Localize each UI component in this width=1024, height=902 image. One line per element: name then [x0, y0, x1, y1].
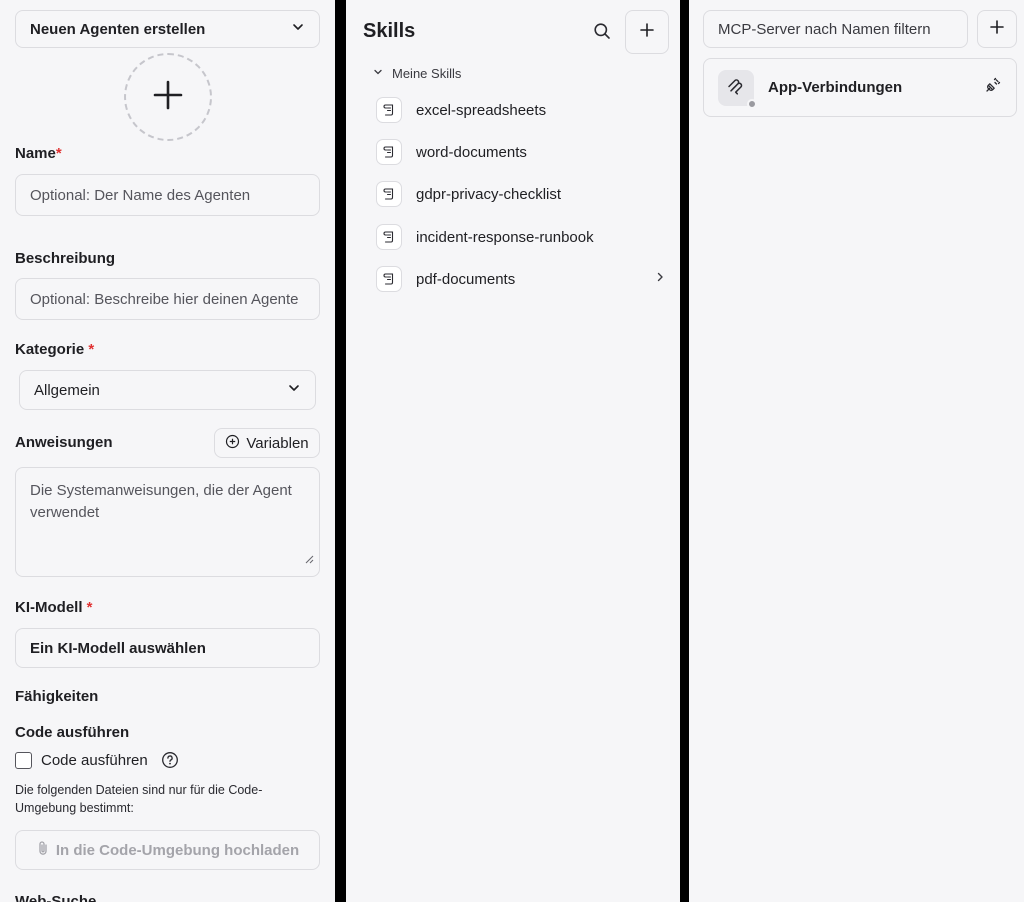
- upload-button-label: In die Code-Umgebung hochladen: [55, 841, 300, 859]
- mcp-servers-panel: MCP-Server nach Namen filtern App-Verbin…: [689, 0, 1024, 902]
- code-execution-checkbox[interactable]: [15, 752, 32, 769]
- resize-handle-icon[interactable]: [304, 549, 314, 571]
- mcp-filter-placeholder: MCP-Server nach Namen filtern: [718, 20, 931, 38]
- scroll-icon: [376, 181, 402, 207]
- avatar-upload-button[interactable]: [124, 53, 212, 141]
- instructions-placeholder: Die Systemanweisungen, die der Agent ver…: [30, 482, 292, 521]
- chevron-down-icon: [287, 381, 301, 399]
- create-agent-dropdown-label: Neuen Agenten erstellen: [30, 20, 206, 38]
- variables-button[interactable]: Variablen: [214, 428, 320, 458]
- skill-name: excel-spreadsheets: [416, 101, 547, 119]
- paperclip-icon: [36, 840, 50, 860]
- skill-item[interactable]: incident-response-runbook: [376, 221, 666, 253]
- skill-name: pdf-documents: [416, 270, 516, 288]
- add-mcp-server-button[interactable]: [977, 10, 1017, 48]
- agent-form-panel: Neuen Agenten erstellen Name* Optional: …: [0, 0, 335, 902]
- skill-name: gdpr-privacy-checklist: [416, 185, 562, 203]
- model-select[interactable]: Ein KI-Modell auswählen: [15, 628, 320, 668]
- chevron-down-icon: [291, 20, 305, 39]
- code-execution-label: Code ausführen: [41, 752, 148, 769]
- skills-group-label: Meine Skills: [392, 65, 462, 81]
- chevron-down-icon: [373, 64, 383, 82]
- search-icon[interactable]: [593, 22, 611, 45]
- plus-icon: [640, 22, 654, 42]
- help-icon[interactable]: [161, 751, 179, 774]
- scroll-icon: [376, 266, 402, 292]
- scroll-icon: [376, 97, 402, 123]
- plug-disconnected-icon[interactable]: [984, 76, 1002, 99]
- skill-name: word-documents: [416, 143, 527, 161]
- plus-icon: [990, 19, 1004, 39]
- skill-item[interactable]: gdpr-privacy-checklist: [376, 178, 666, 210]
- mcp-filter-input[interactable]: MCP-Server nach Namen filtern: [703, 10, 968, 48]
- description-label: Beschreibung: [15, 250, 116, 267]
- scroll-icon: [376, 139, 402, 165]
- mcp-server-item[interactable]: App-Verbindungen: [703, 58, 1017, 117]
- scroll-icon: [376, 224, 402, 250]
- category-selected-value: Allgemein: [34, 381, 100, 399]
- web-search-heading: Web-Suche: [15, 893, 97, 902]
- name-label: Name*: [15, 145, 62, 162]
- skills-title: Skills: [363, 20, 416, 42]
- name-input-placeholder: Optional: Der Name des Agenten: [30, 186, 251, 204]
- category-label: Kategorie *: [15, 341, 95, 358]
- code-section-heading: Code ausführen: [15, 724, 130, 741]
- description-input-placeholder: Optional: Beschreibe hier deinen Agente: [30, 290, 299, 308]
- skill-item[interactable]: pdf-documents: [376, 263, 666, 295]
- plus-circle-icon: [225, 434, 240, 453]
- description-input[interactable]: Optional: Beschreibe hier deinen Agente: [15, 278, 320, 320]
- code-note: Die folgenden Dateien sind nur für die C…: [15, 783, 263, 815]
- mcp-logo-icon: [718, 69, 757, 109]
- chevron-right-icon[interactable]: [654, 270, 666, 288]
- skills-panel: Skills Meine Skills excel-spreadsheets w…: [346, 0, 680, 902]
- name-input[interactable]: Optional: Der Name des Agenten: [15, 174, 320, 216]
- create-agent-dropdown[interactable]: Neuen Agenten erstellen: [15, 10, 320, 48]
- model-label: KI-Modell *: [15, 599, 93, 616]
- skill-item[interactable]: word-documents: [376, 136, 666, 168]
- skill-item[interactable]: excel-spreadsheets: [376, 94, 666, 126]
- status-dot: [747, 98, 757, 109]
- mcp-server-name: App-Verbindungen: [768, 79, 903, 96]
- instructions-label: Anweisungen: [15, 434, 113, 451]
- skills-group-toggle[interactable]: Meine Skills: [373, 64, 461, 82]
- category-select[interactable]: Allgemein: [19, 370, 316, 410]
- variables-button-label: Variablen: [246, 434, 309, 452]
- plus-icon: [153, 80, 183, 115]
- model-select-placeholder: Ein KI-Modell auswählen: [30, 639, 206, 657]
- instructions-textarea[interactable]: Die Systemanweisungen, die der Agent ver…: [15, 467, 320, 577]
- skill-name: incident-response-runbook: [416, 228, 594, 246]
- upload-code-files-button[interactable]: In die Code-Umgebung hochladen: [15, 830, 320, 870]
- capabilities-heading: Fähigkeiten: [15, 688, 99, 705]
- add-skill-button[interactable]: [625, 10, 669, 54]
